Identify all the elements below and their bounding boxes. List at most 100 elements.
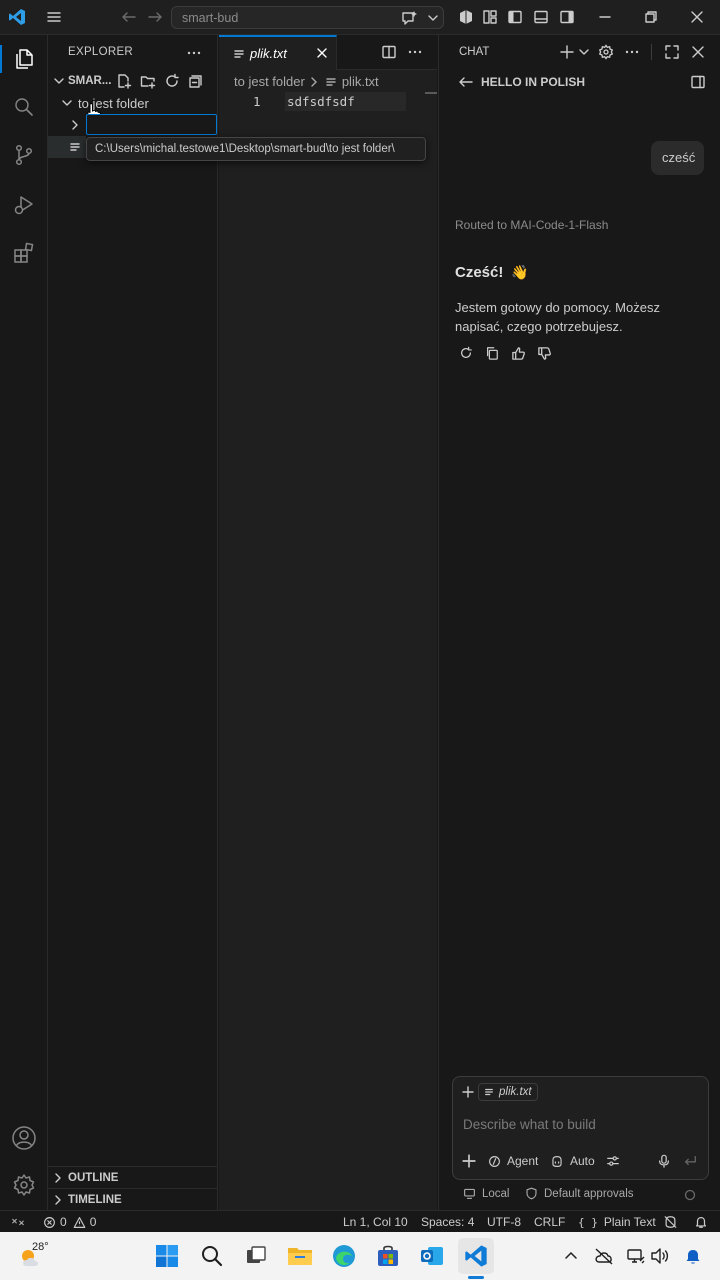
back-arrow-icon[interactable] bbox=[121, 10, 137, 24]
explorer-files-icon[interactable] bbox=[10, 45, 38, 73]
new-chat-icon[interactable] bbox=[559, 44, 575, 60]
back-arrow-icon[interactable] bbox=[458, 74, 474, 90]
encoding[interactable]: UTF-8 bbox=[487, 1215, 521, 1229]
thumbs-down-icon[interactable] bbox=[537, 346, 552, 361]
folder-row-to-jest-folder[interactable]: to jest folder bbox=[48, 92, 218, 114]
accounts-cube-icon[interactable] bbox=[458, 9, 474, 25]
problems-indicator[interactable]: 0 0 bbox=[43, 1215, 96, 1229]
chat-input-placeholder[interactable]: Describe what to build bbox=[463, 1117, 596, 1132]
split-editor-icon[interactable] bbox=[381, 44, 397, 60]
copilot-status-icon[interactable] bbox=[663, 1215, 678, 1229]
model-picker[interactable]: Auto bbox=[550, 1154, 595, 1168]
outline-label: OUTLINE bbox=[68, 1171, 119, 1184]
search-icon[interactable] bbox=[196, 1240, 228, 1272]
outlook-icon[interactable] bbox=[416, 1240, 448, 1272]
outline-section-header[interactable]: OUTLINE bbox=[48, 1166, 218, 1188]
attached-file-chip[interactable]: plik.txt bbox=[478, 1083, 538, 1101]
collapse-all-icon[interactable] bbox=[188, 73, 204, 89]
run-debug-icon[interactable] bbox=[10, 191, 38, 219]
agent-icon bbox=[489, 1155, 500, 1167]
activity-bar bbox=[0, 35, 48, 1210]
thumbs-up-icon[interactable] bbox=[511, 346, 526, 361]
forward-arrow-icon[interactable] bbox=[147, 10, 163, 24]
retry-icon[interactable] bbox=[459, 346, 473, 360]
minimize-icon[interactable] bbox=[597, 9, 613, 25]
breadcrumb: to jest folder plik.txt bbox=[234, 74, 379, 89]
windows-start-icon[interactable] bbox=[151, 1240, 183, 1272]
toggle-secondary-sidebar-icon[interactable] bbox=[559, 9, 575, 25]
account-icon[interactable] bbox=[10, 1124, 38, 1152]
search-icon[interactable] bbox=[10, 93, 38, 121]
close-window-icon[interactable] bbox=[689, 9, 705, 25]
breadcrumb-folder[interactable]: to jest folder bbox=[234, 74, 305, 89]
new-file-icon[interactable] bbox=[116, 73, 132, 89]
task-view-icon[interactable] bbox=[240, 1240, 272, 1272]
add-context-icon[interactable] bbox=[462, 1086, 474, 1098]
microphone-icon[interactable] bbox=[657, 1154, 671, 1168]
source-control-icon[interactable] bbox=[10, 141, 38, 169]
reply-heading-text: Cześć! bbox=[455, 264, 504, 281]
approvals-picker[interactable]: Default approvals bbox=[525, 1187, 634, 1200]
more-actions-icon[interactable] bbox=[186, 45, 202, 61]
chat-settings-gear-icon[interactable] bbox=[598, 44, 614, 60]
microsoft-store-icon[interactable] bbox=[372, 1240, 404, 1272]
editor-more-actions-icon[interactable] bbox=[407, 44, 423, 60]
toggle-primary-sidebar-icon[interactable] bbox=[507, 9, 523, 25]
menu-icon[interactable] bbox=[46, 10, 62, 24]
toggle-sidebar-icon[interactable] bbox=[690, 74, 706, 90]
notifications-bell-icon[interactable] bbox=[694, 1215, 708, 1229]
restore-icon[interactable] bbox=[643, 9, 659, 25]
text-file-icon bbox=[233, 48, 245, 60]
new-item-row[interactable] bbox=[48, 114, 218, 136]
add-icon[interactable] bbox=[462, 1154, 476, 1168]
shield-icon bbox=[526, 1187, 537, 1200]
close-chat-icon[interactable] bbox=[690, 44, 706, 60]
indentation[interactable]: Spaces: 4 bbox=[421, 1215, 474, 1229]
copilot-icon bbox=[552, 1155, 562, 1167]
user-message-text: cześć bbox=[662, 150, 696, 165]
chat-input-box[interactable]: plik.txt Describe what to build Agent Au… bbox=[452, 1076, 709, 1180]
refresh-icon[interactable] bbox=[164, 73, 180, 89]
timeline-section-header[interactable]: TIMELINE bbox=[48, 1188, 218, 1210]
workspace-root-row[interactable]: SMAR... bbox=[48, 70, 218, 92]
send-icon[interactable] bbox=[683, 1154, 697, 1168]
chevron-down-icon[interactable] bbox=[578, 46, 590, 58]
session-target-picker[interactable]: Local bbox=[463, 1187, 510, 1200]
workspace-root-label: SMAR... bbox=[68, 75, 112, 87]
remote-indicator-icon[interactable] bbox=[11, 1215, 25, 1229]
notification-bell-icon[interactable] bbox=[684, 1247, 702, 1265]
tab-plik-txt[interactable]: plik.txt bbox=[219, 35, 337, 70]
settings-gear-icon[interactable] bbox=[10, 1171, 38, 1199]
reply-heading: Cześć! 👋 bbox=[455, 264, 529, 281]
new-item-name-input[interactable] bbox=[86, 114, 217, 135]
volume-icon[interactable] bbox=[650, 1247, 670, 1265]
new-folder-icon[interactable] bbox=[140, 73, 156, 89]
chevron-down-icon[interactable] bbox=[427, 12, 439, 24]
command-center-search[interactable]: smart-bud bbox=[171, 6, 444, 29]
end-of-line[interactable]: CRLF bbox=[534, 1215, 565, 1229]
breadcrumb-file[interactable]: plik.txt bbox=[342, 74, 379, 89]
close-tab-icon[interactable] bbox=[315, 46, 329, 60]
layout-customize-icon[interactable] bbox=[482, 9, 498, 25]
configure-tools-icon[interactable] bbox=[606, 1154, 620, 1168]
weather-widget[interactable]: 28° bbox=[18, 1240, 52, 1272]
vscode-taskbar-icon[interactable] bbox=[458, 1238, 494, 1274]
toggle-panel-icon[interactable] bbox=[533, 9, 549, 25]
attached-file-label: plik.txt bbox=[499, 1086, 532, 1098]
network-display-icon[interactable] bbox=[626, 1247, 646, 1265]
extensions-icon[interactable] bbox=[10, 239, 38, 267]
chat-more-actions-icon[interactable] bbox=[624, 44, 640, 60]
file-explorer-icon[interactable] bbox=[284, 1240, 316, 1272]
cursor-position[interactable]: Ln 1, Col 10 bbox=[343, 1215, 408, 1229]
command-center-text: smart-bud bbox=[182, 11, 239, 25]
language-mode[interactable]: { } Plain Text bbox=[578, 1215, 656, 1229]
onedrive-offline-icon[interactable] bbox=[594, 1247, 614, 1265]
agent-mode-picker[interactable]: Agent bbox=[488, 1154, 538, 1168]
copy-icon[interactable] bbox=[485, 346, 499, 360]
maximize-icon[interactable] bbox=[664, 44, 680, 60]
file-row-plik[interactable] bbox=[48, 136, 86, 158]
code-line[interactable]: sdfsdfsdf bbox=[287, 94, 355, 109]
copilot-chat-icon[interactable] bbox=[400, 10, 418, 26]
edge-browser-icon[interactable] bbox=[328, 1240, 360, 1272]
show-hidden-icons-chevron-icon[interactable] bbox=[564, 1249, 578, 1263]
